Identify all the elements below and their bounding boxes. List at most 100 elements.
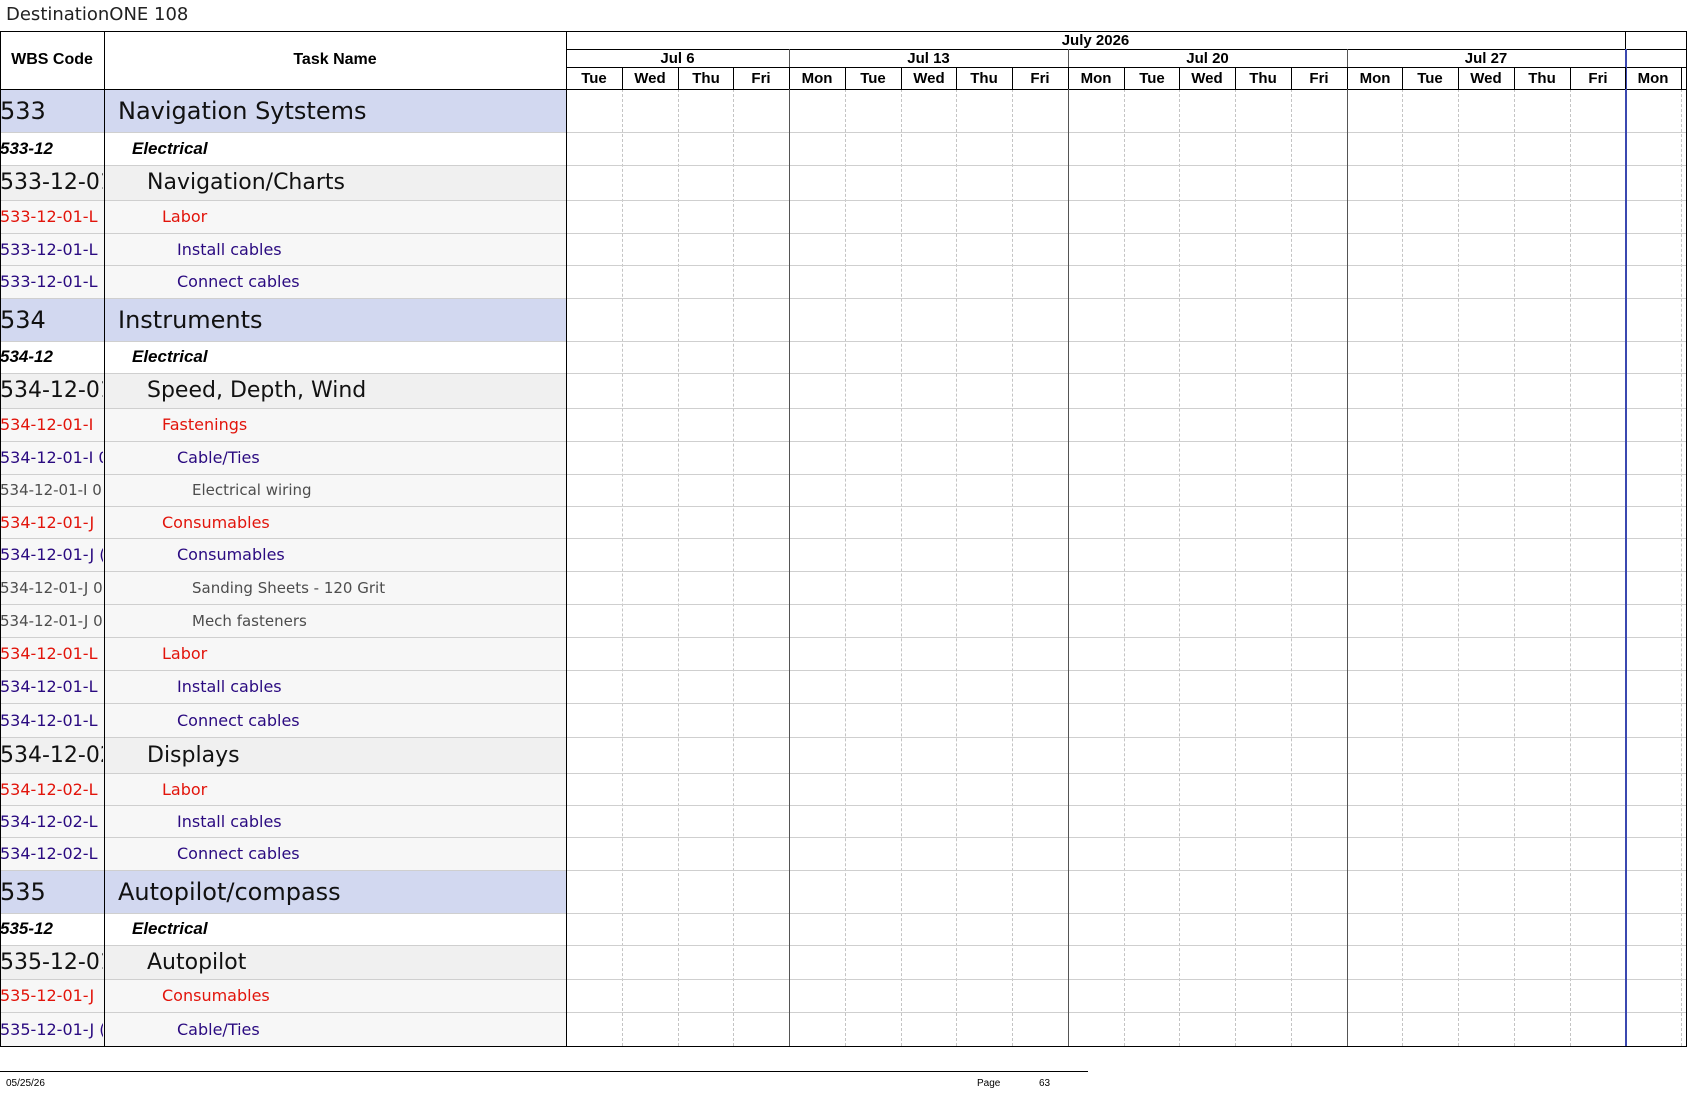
task-column-header: Task Name — [293, 51, 377, 68]
table-row[interactable]: 533-12 Electrical — [0, 132, 566, 165]
table-row[interactable]: 535-12-01-J ( Cable/Ties — [0, 1012, 566, 1046]
task-name-cell: Labor — [162, 207, 208, 226]
footer-page-label: Page — [977, 1078, 1001, 1089]
task-name-cell: Autopilot — [147, 949, 247, 975]
table-row[interactable]: 533-12-01-L Install cables — [0, 233, 566, 265]
task-name-cell: Connect cables — [177, 844, 300, 863]
day-header: Mon — [801, 70, 833, 87]
task-name-cell: Electrical — [132, 919, 208, 938]
wbs-code-cell: 533-12-01 — [0, 170, 103, 195]
day-header: Thu — [692, 70, 720, 87]
task-name-cell: Electrical wiring — [192, 481, 312, 499]
table-row[interactable]: 534-12-01-J 01 Mech fasteners — [0, 604, 566, 637]
table-row[interactable]: 534-12-01-I 0 Cable/Ties — [0, 441, 566, 474]
footer-date: 05/25/26 — [6, 1078, 45, 1089]
wbs-code-cell: 534-12-01-L — [0, 677, 98, 696]
day-header: Wed — [1470, 70, 1502, 87]
task-name-cell: Install cables — [177, 677, 282, 696]
day-header: Fri — [1309, 70, 1329, 87]
task-name-cell: Connect cables — [177, 272, 300, 291]
wbs-code-cell: 535-12-01-J — [0, 986, 95, 1005]
task-name-cell: Electrical — [132, 347, 208, 366]
month-end-border — [1625, 31, 1626, 49]
table-row[interactable]: 534-12-01-I Fastenings — [0, 408, 566, 441]
task-name-cell: Speed, Depth, Wind — [147, 378, 367, 403]
wbs-code-cell: 534-12-01-L — [0, 710, 98, 730]
week-header: Jul 6 — [660, 50, 695, 67]
today-line — [1625, 49, 1627, 1046]
wbs-code-cell: 535-12 — [0, 919, 53, 938]
task-name-cell: Cable/Ties — [177, 448, 260, 467]
task-name-cell: Displays — [147, 742, 240, 768]
day-header: Tue — [1417, 70, 1443, 87]
table-row[interactable]: 534-12-01-L Install cables — [0, 670, 566, 703]
table-row[interactable]: 534-12-01-L Labor — [0, 637, 566, 670]
gantt-grid: WBS Code Task Name July 2026 Jul 6 Jul 13 Jul… — [0, 31, 1687, 1047]
task-name-cell: Consumables — [177, 545, 285, 564]
day-header: Fri — [751, 70, 771, 87]
table-row[interactable]: 534-12 Electrical — [0, 341, 566, 373]
task-name-cell: Fastenings — [162, 415, 248, 434]
table-row[interactable]: 535-12 Electrical — [0, 913, 566, 945]
wbs-code-cell: 534-12-01-J 01 — [0, 611, 103, 630]
week-header: Jul 13 — [907, 50, 950, 67]
day-header: Mon — [1637, 70, 1669, 87]
task-name-cell: Mech fasteners — [192, 611, 307, 630]
wbs-code-cell: 533-12 — [0, 138, 53, 158]
wbs-code-cell: 533-12-01-L — [0, 207, 98, 226]
task-name-cell: Labor — [162, 644, 208, 663]
table-row[interactable]: 534-12-02-L Connect cables — [0, 837, 566, 870]
wbs-code-cell: 534-12-01-J ( — [0, 545, 103, 564]
wbs-code-cell: 534-12-02 — [0, 742, 103, 768]
table-row[interactable]: 533-12-01-L Connect cables — [0, 265, 566, 298]
task-name-cell: Cable/Ties — [177, 1019, 260, 1039]
day-header: Tue — [860, 70, 886, 87]
task-name-cell: Electrical — [132, 138, 208, 158]
wbs-code-cell: 533-12-01-L — [0, 272, 98, 291]
wbs-code-cell: 535-12-01-J ( — [0, 1019, 103, 1039]
wbs-code-cell: 534-12-02-L — [0, 811, 98, 831]
task-name-cell: Consumables — [162, 986, 270, 1005]
day-header-separator — [1681, 67, 1682, 89]
week-gridline — [789, 49, 790, 1046]
table-row[interactable]: 533 Navigation Sytstems — [0, 89, 566, 132]
wbs-code-cell: 534-12-01-I 01 — [0, 481, 103, 499]
task-name-cell: Autopilot/compass — [118, 877, 341, 906]
wbs-code-cell: 534-12-01-L — [0, 644, 98, 663]
wbs-code-cell: 534-12-01-J — [0, 512, 95, 532]
day-header: Wed — [634, 70, 666, 87]
table-row[interactable]: 534-12-02-L Install cables — [0, 805, 566, 837]
task-name-cell: Instruments — [118, 305, 263, 334]
table-row[interactable]: 535-12-01-J Consumables — [0, 979, 566, 1012]
wbs-code-cell: 534-12-02-L — [0, 779, 98, 799]
table-row[interactable]: 534-12-01-L Connect cables — [0, 703, 566, 737]
day-header: Wed — [913, 70, 945, 87]
task-name-cell: Consumables — [162, 512, 270, 532]
table-row[interactable]: 535-12-01 Autopilot — [0, 945, 566, 979]
table-row[interactable]: 534-12-01-J 01 Sanding Sheets - 120 Grit — [0, 571, 566, 604]
table-row[interactable]: 534-12-02 Displays — [0, 737, 566, 773]
table-row[interactable]: 534-12-01-J ( Consumables — [0, 538, 566, 571]
table-row[interactable]: 534-12-01 Speed, Depth, Wind — [0, 373, 566, 408]
table-row[interactable]: 534-12-01-I 01 Electrical wiring — [0, 474, 566, 506]
wbs-code-cell: 534-12 — [0, 347, 53, 366]
day-header: Fri — [1588, 70, 1608, 87]
table-row[interactable]: 533-12-01 Navigation/Charts — [0, 165, 566, 200]
month-header: July 2026 — [1061, 32, 1130, 49]
table-row[interactable]: 534-12-01-J Consumables — [0, 506, 566, 538]
document-title: DestinationONE 108 — [6, 4, 189, 25]
week-gridline — [1347, 49, 1348, 1046]
task-name-cell: Labor — [162, 779, 208, 799]
table-row[interactable]: 533-12-01-L Labor — [0, 200, 566, 233]
task-column-border — [566, 31, 567, 1046]
wbs-code-cell: 535-12-01 — [0, 949, 103, 975]
week-header: Jul 27 — [1464, 50, 1508, 67]
wbs-code-cell: 534 — [0, 305, 46, 334]
wbs-code-cell: 533-12-01-L — [0, 239, 98, 259]
wbs-code-cell: 534-12-01-I — [0, 415, 94, 434]
table-row[interactable]: 535 Autopilot/compass — [0, 870, 566, 913]
table-row[interactable]: 534 Instruments — [0, 298, 566, 341]
footer-divider — [0, 1071, 1088, 1072]
wbs-code-cell: 534-12-01 — [0, 378, 103, 403]
table-row[interactable]: 534-12-02-L Labor — [0, 773, 566, 805]
